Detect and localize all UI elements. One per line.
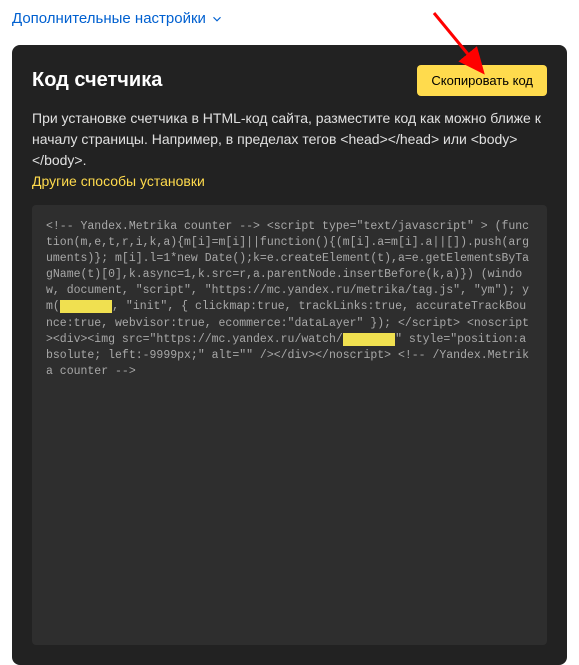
- panel-title: Код счетчика: [32, 69, 162, 92]
- other-install-methods-link[interactable]: Другие способы установки: [32, 173, 205, 189]
- advanced-settings-label: Дополнительные настройки: [12, 10, 206, 27]
- advanced-settings-link[interactable]: Дополнительные настройки: [0, 0, 579, 45]
- code-block[interactable]: <!-- Yandex.Metrika counter --> <script …: [32, 205, 547, 645]
- panel-description: При установке счетчика в HTML-код сайта,…: [32, 108, 547, 171]
- chevron-down-icon: [210, 12, 224, 26]
- redacted-id: XXXXXXX: [343, 333, 395, 346]
- copy-code-button[interactable]: Скопировать код: [417, 65, 547, 96]
- counter-code-panel: Код счетчика Скопировать код При установ…: [12, 45, 567, 665]
- redacted-id: XXXXXXX: [60, 300, 112, 313]
